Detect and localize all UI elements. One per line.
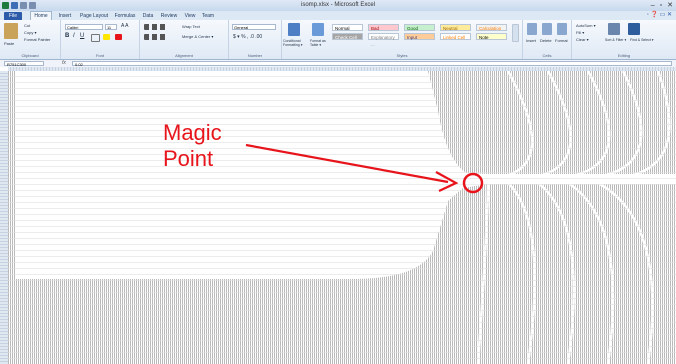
minimize-button[interactable]: – <box>651 1 655 10</box>
formula-input[interactable]: 0.02 <box>72 61 672 67</box>
styles-scroll-icon[interactable] <box>512 24 519 42</box>
window-title: isomp.xlsx - Microsoft Excel <box>300 2 375 8</box>
annotation-line-2: Point <box>163 146 214 171</box>
excel-window: isomp.xlsx - Microsoft Excel – ▫ ✕ File … <box>0 0 676 364</box>
italic-icon[interactable]: I <box>73 33 75 39</box>
format-cells-icon[interactable] <box>557 23 567 35</box>
merge-center-button[interactable]: Merge & Center ▾ <box>182 34 213 39</box>
cell-style-check-cell[interactable]: Check Cell <box>332 33 363 40</box>
font-name-select[interactable]: Calibri <box>65 24 103 30</box>
tab-view[interactable]: View <box>182 12 198 20</box>
alignment-group: Wrap Text Merge & Center ▾ Alignment <box>140 20 229 59</box>
fill-button[interactable]: Fill ▾ <box>576 30 584 35</box>
magic-point-label: Magic Point <box>163 120 222 172</box>
number-group: General $ ▾ % , .0 .00 Number <box>229 20 282 59</box>
paste-button[interactable]: Paste <box>4 41 14 46</box>
alignment-label: Alignment <box>175 53 193 58</box>
row-headers[interactable] <box>0 71 8 364</box>
window-controls: – ▫ ✕ <box>651 1 673 10</box>
styles-group: Conditional Formatting ▾ Format as Table… <box>282 20 523 59</box>
format-painter-button[interactable]: Format Painter <box>24 37 50 42</box>
cut-button[interactable]: Cut <box>24 23 30 28</box>
cell-style-linked-cell[interactable]: Linked Cell <box>440 33 471 40</box>
maximize-button[interactable]: ▫ <box>660 1 662 10</box>
font-label: Font <box>95 53 104 58</box>
insert-button[interactable]: Insert <box>526 38 536 43</box>
cell-style-calculation[interactable]: Calculation <box>476 24 507 31</box>
cells-group: Insert Delete Format Cells <box>523 20 572 59</box>
worksheet-area <box>0 67 676 364</box>
close-button[interactable]: ✕ <box>667 1 673 10</box>
align-left-icon[interactable] <box>144 34 168 40</box>
paste-icon[interactable] <box>4 23 18 39</box>
font-group: Calibri 11 A A B I U Font <box>61 20 140 59</box>
cell-style-normal[interactable]: Normal <box>332 24 363 31</box>
tab-page-layout[interactable]: Page Layout <box>78 12 110 20</box>
sort-filter-icon[interactable] <box>608 23 620 35</box>
tab-insert[interactable]: Insert <box>56 12 74 20</box>
delete-button[interactable]: Delete <box>540 38 552 43</box>
fill-color-icon[interactable] <box>103 34 110 40</box>
format-as-table-button[interactable]: Format as Table ▾ <box>310 39 328 47</box>
number-format-icons[interactable]: $ ▾ % , .0 .00 <box>233 34 262 40</box>
align-top-icon[interactable] <box>144 24 168 30</box>
font-size-select[interactable]: 11 <box>105 24 117 30</box>
tab-review[interactable]: Review <box>158 12 180 20</box>
cell-style-neutral[interactable]: Neutral <box>440 24 471 31</box>
help-icon[interactable]: ◦ ❓ ▭ ✕ <box>647 11 672 20</box>
cell-style-good[interactable]: Good <box>404 24 435 31</box>
insert-cells-icon[interactable] <box>527 23 537 35</box>
font-color-icon[interactable] <box>115 34 122 40</box>
name-box[interactable]: R751C300 <box>4 61 44 67</box>
editing-label: Editing <box>617 53 631 58</box>
font-grow-icon[interactable]: A A <box>121 23 129 29</box>
row-gridlines <box>8 71 676 364</box>
ribbon: Paste Cut Copy ▾ Format Painter Clipboar… <box>0 20 676 60</box>
cell-style-explanatory[interactable]: Explanatory ... <box>368 33 399 47</box>
cell-style-note[interactable]: Note <box>476 33 507 40</box>
tab-formulas[interactable]: Formulas <box>112 12 138 20</box>
cell-style-input[interactable]: Input <box>404 33 435 40</box>
copy-button[interactable]: Copy ▾ <box>24 30 36 35</box>
tab-team[interactable]: Team <box>200 12 216 20</box>
conditional-formatting-button[interactable]: Conditional Formatting ▾ <box>283 39 309 47</box>
tab-data[interactable]: Data <box>140 12 156 20</box>
clear-button[interactable]: Clear ▾ <box>576 37 589 42</box>
borders-icon[interactable] <box>91 34 100 42</box>
clipboard-label: Clipboard <box>21 53 39 58</box>
cell-style-bad[interactable]: Bad <box>368 24 399 31</box>
cells-label: Cells <box>542 53 552 58</box>
sort-filter-button[interactable]: Sort & Filter ▾ <box>605 38 626 42</box>
find-select-icon[interactable] <box>628 23 640 35</box>
underline-icon[interactable]: U <box>80 33 84 39</box>
conditional-formatting-icon[interactable] <box>288 23 300 36</box>
clipboard-group: Paste Cut Copy ▾ Format Painter Clipboar… <box>0 20 61 59</box>
find-select-button[interactable]: Find & Select ▾ <box>630 38 654 42</box>
number-format-select[interactable]: General <box>232 24 276 30</box>
tab-file[interactable]: File <box>4 12 22 20</box>
fx-icon[interactable]: fx <box>62 60 66 67</box>
title-bar: isomp.xlsx - Microsoft Excel – ▫ ✕ <box>0 0 676 11</box>
styles-label: Styles <box>396 53 408 58</box>
number-label: Number <box>247 53 263 58</box>
autosum-button[interactable]: AutoSum ▾ <box>576 23 596 28</box>
format-button[interactable]: Format <box>555 38 568 43</box>
annotation-line-1: Magic <box>163 120 222 145</box>
format-table-icon[interactable] <box>312 23 324 36</box>
bold-icon[interactable]: B <box>65 33 69 39</box>
wrap-text-button[interactable]: Wrap Text <box>182 24 200 29</box>
spreadsheet-grid[interactable] <box>8 71 676 364</box>
delete-cells-icon[interactable] <box>542 23 552 35</box>
editing-group: AutoSum ▾ Fill ▾ Clear ▾ Sort & Filter ▾… <box>572 20 676 59</box>
